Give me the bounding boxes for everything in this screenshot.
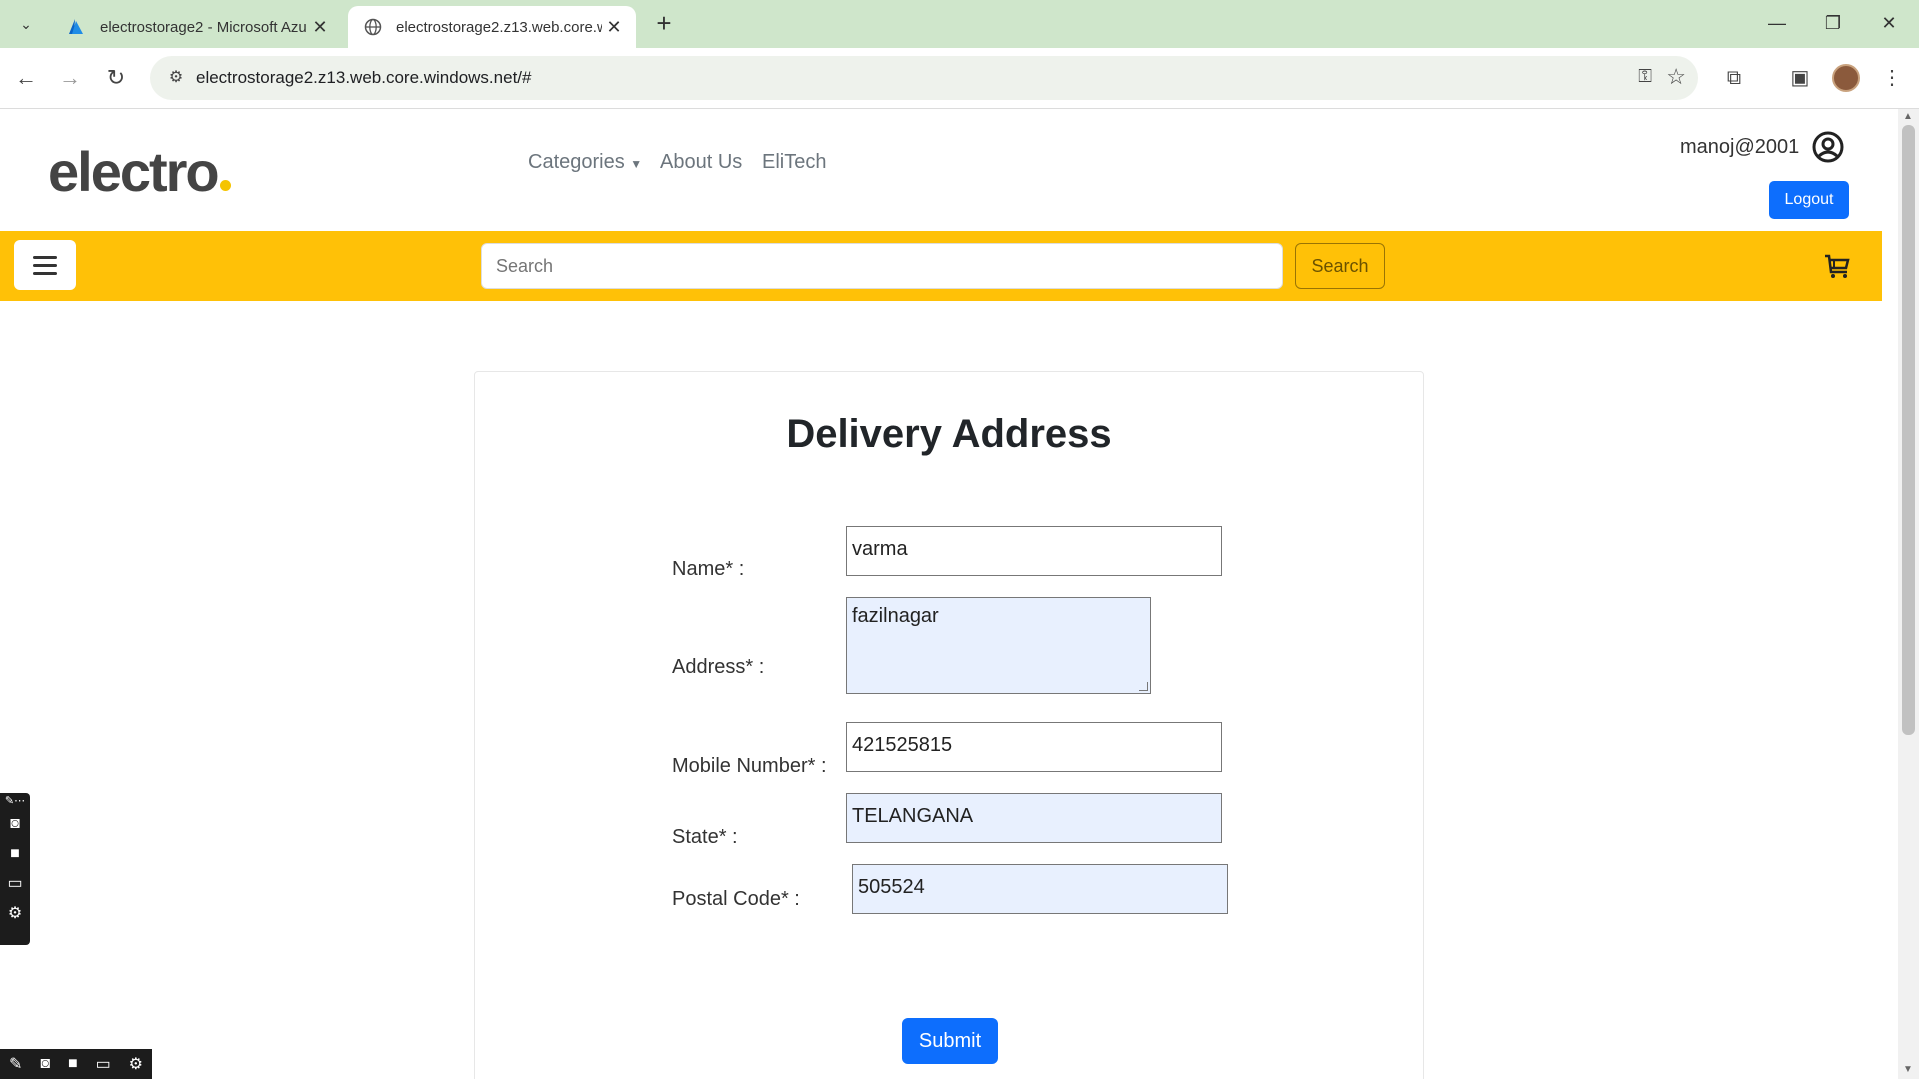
extensions-icon[interactable]: ⧉ — [1718, 62, 1750, 94]
scrollbar-thumb[interactable] — [1902, 125, 1915, 735]
azure-icon — [66, 16, 88, 38]
password-key-icon[interactable]: ⚿ — [1638, 66, 1652, 87]
postal-code-field[interactable]: 505524 — [852, 864, 1228, 914]
caret-down-icon: ▼ — [630, 157, 643, 171]
nav-elitech[interactable]: EliTech — [762, 151, 826, 174]
pen-icon[interactable]: ✎⋯ — [0, 793, 30, 809]
state-value: TELANGANA — [852, 805, 974, 827]
site-info-icon[interactable]: ⚙ — [164, 66, 188, 90]
web-page: electro Categories ▼ About Us EliTech ma… — [0, 109, 1882, 1079]
resize-handle[interactable] — [1139, 682, 1148, 691]
mobile-number-field[interactable]: 421525815 — [846, 722, 1222, 772]
mobile-label: Mobile Number* : — [672, 755, 827, 777]
address-value: fazilnagar — [852, 605, 939, 627]
new-tab-button[interactable]: + — [650, 10, 678, 38]
logo-dot — [219, 180, 231, 191]
nav-about-us[interactable]: About Us — [660, 151, 742, 174]
address-label: Address* : — [672, 656, 765, 678]
nav-categories-label: Categories — [528, 151, 625, 173]
scroll-down-icon[interactable]: ▼ — [1903, 1064, 1913, 1075]
search-input[interactable] — [481, 243, 1283, 289]
mobile-value: 421525815 — [852, 734, 953, 756]
recorder-bottom-toolbar: ✎ ◙ ■ ▭ ⚙ — [0, 1049, 152, 1079]
camera-icon[interactable]: ◙ — [40, 1055, 50, 1073]
browser-tabbar: ⌄ electrostorage2 - Microsoft Azu ✕ elec… — [0, 0, 1919, 48]
gear-icon[interactable]: ⚙ — [129, 1054, 143, 1074]
side-panel-icon[interactable]: ▣ — [1784, 62, 1816, 94]
url-text: electrostorage2.z13.web.core.windows.net… — [196, 68, 532, 87]
restore-icon[interactable]: ❐ — [1808, 6, 1858, 40]
globe-icon — [362, 16, 384, 38]
page-scrollbar[interactable]: ▲ ▼ — [1898, 109, 1919, 1079]
pen-icon[interactable]: ✎ — [9, 1054, 22, 1074]
bookmark-star-icon[interactable]: ☆ — [1666, 64, 1686, 90]
username: manoj@2001 — [1680, 136, 1800, 158]
submit-button[interactable]: Submit — [902, 1018, 998, 1064]
name-label: Name* : — [672, 558, 745, 580]
close-tab-icon[interactable]: ✕ — [308, 17, 332, 38]
cart-icon[interactable] — [1822, 251, 1852, 281]
tab-electrostorage[interactable]: electrostorage2.z13.web.core.wi ✕ — [348, 6, 636, 48]
scroll-up-icon[interactable]: ▲ — [1903, 111, 1913, 122]
address-bar[interactable]: ⚙ electrostorage2.z13.web.core.windows.n… — [150, 56, 1698, 100]
tab-azure[interactable]: electrostorage2 - Microsoft Azu ✕ — [52, 6, 342, 48]
profile-avatar[interactable] — [1832, 64, 1860, 92]
tab-title: electrostorage2.z13.web.core.wi — [396, 18, 602, 36]
browser-toolbar: ← → ↻ ⚙ electrostorage2.z13.web.core.win… — [0, 48, 1919, 109]
delivery-address-card: Delivery Address Name* : varma Address* … — [474, 371, 1424, 1079]
state-label: State* : — [672, 826, 738, 848]
forward-icon[interactable]: → — [52, 60, 88, 96]
minimize-icon[interactable]: — — [1752, 6, 1802, 40]
video-camera-icon[interactable]: ■ — [68, 1055, 78, 1073]
logout-button[interactable]: Logout — [1769, 181, 1849, 219]
menu-kebab-icon[interactable]: ⋮ — [1876, 62, 1908, 94]
form-title: Delivery Address — [786, 412, 1112, 456]
hamburger-menu-icon[interactable] — [14, 240, 76, 290]
tab-title: electrostorage2 - Microsoft Azu — [100, 18, 307, 36]
window-icon[interactable]: ▭ — [96, 1054, 111, 1074]
postal-value: 505524 — [858, 876, 925, 898]
window-icon[interactable]: ▭ — [0, 869, 30, 899]
search-bar-strip: Search — [0, 231, 1882, 301]
address-textarea[interactable]: fazilnagar — [846, 597, 1151, 694]
close-tab-icon[interactable]: ✕ — [602, 17, 626, 38]
name-field[interactable]: varma — [846, 526, 1222, 576]
gear-icon[interactable]: ⚙ — [0, 899, 30, 929]
camera-icon[interactable]: ◙ — [0, 809, 30, 839]
search-button[interactable]: Search — [1295, 243, 1385, 289]
postal-code-label: Postal Code* : — [672, 888, 800, 910]
name-value: varma — [852, 538, 908, 560]
back-icon[interactable]: ← — [8, 60, 44, 96]
electro-logo[interactable]: electro — [48, 139, 231, 204]
reload-icon[interactable]: ↻ — [98, 60, 134, 96]
video-camera-icon[interactable]: ■ — [0, 839, 30, 869]
state-field[interactable]: TELANGANA — [846, 793, 1222, 843]
nav-categories[interactable]: Categories ▼ — [528, 151, 642, 174]
user-circle-icon[interactable] — [1812, 131, 1844, 163]
logo-text: electro — [48, 140, 220, 203]
recorder-side-toolbar: ✎⋯ ◙ ■ ▭ ⚙ — [0, 793, 30, 945]
close-window-icon[interactable]: ✕ — [1864, 6, 1914, 40]
tab-search-chevron-icon[interactable]: ⌄ — [12, 10, 40, 38]
